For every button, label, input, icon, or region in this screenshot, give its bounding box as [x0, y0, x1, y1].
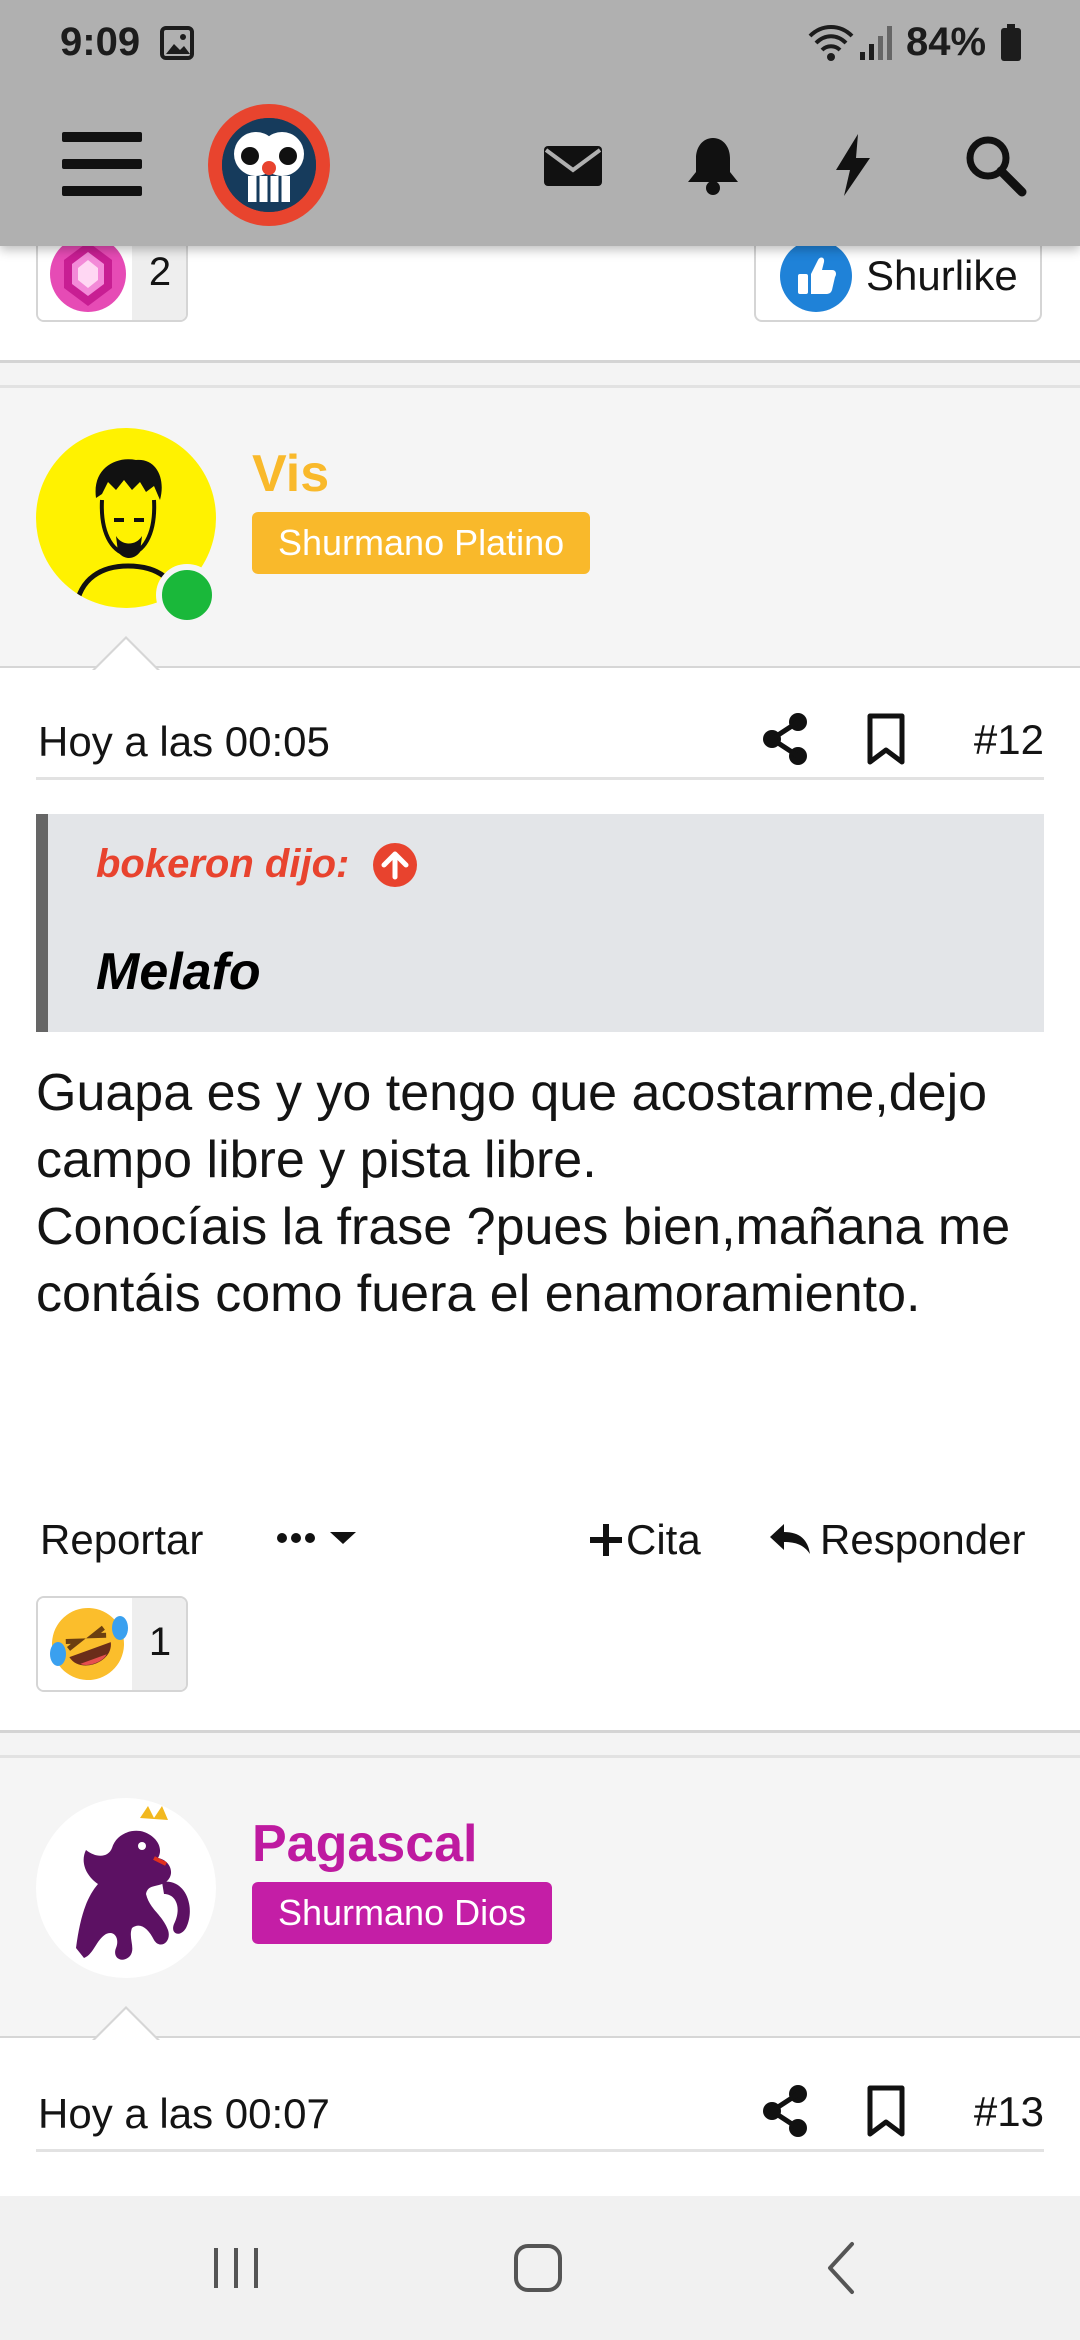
site-logo[interactable]	[208, 104, 330, 226]
share-icon[interactable]	[760, 712, 810, 766]
post-meta: Hoy a las 00:07 #13	[36, 2052, 1044, 2152]
post-pointer	[92, 636, 160, 671]
post-author-block: Vis Shurmano Platino	[0, 388, 1080, 668]
reply-icon	[770, 1524, 810, 1554]
reaction-summary[interactable]: 1	[36, 1596, 188, 1692]
lightning-icon[interactable]	[818, 130, 888, 200]
post-number[interactable]: #13	[974, 2088, 1044, 2136]
wifi-icon	[808, 25, 854, 61]
recent-apps-icon[interactable]	[196, 2236, 276, 2300]
back-icon[interactable]	[802, 2236, 882, 2300]
header-nav	[0, 86, 1080, 246]
post-separator	[0, 360, 1080, 388]
username[interactable]: Vis	[252, 444, 329, 504]
thumbs-up-icon	[780, 240, 852, 312]
quote-button[interactable]: Cita	[588, 1516, 701, 1564]
reaction-count: 2	[148, 250, 172, 294]
signal-icon	[860, 26, 892, 60]
laughing-emoji-icon	[38, 1598, 132, 1690]
reaction-count: 1	[148, 1620, 172, 1664]
status-time: 9:09	[60, 20, 141, 64]
bookmark-icon[interactable]	[864, 2084, 908, 2138]
top-bar: 9:09 84%	[0, 0, 1080, 246]
post-meta: Hoy a las 00:05 #12	[36, 680, 1044, 780]
quote-label: Cita	[626, 1516, 701, 1563]
username[interactable]: Pagascal	[252, 1814, 478, 1874]
more-options-icon[interactable]	[272, 1508, 368, 1568]
report-link[interactable]: Reportar	[40, 1516, 203, 1564]
status-bar: 9:09 84%	[0, 0, 1080, 86]
bell-icon[interactable]	[678, 130, 748, 200]
post-author-block: Pagascal Shurmano Dios	[0, 1758, 1080, 2038]
post-date[interactable]: Hoy a las 00:07	[38, 2090, 330, 2138]
post-actions: Reportar Cita Responder	[36, 1508, 1044, 1572]
thread-content: 2 Shurlike Vis Shurmano Platino Hoy a la…	[0, 0, 1080, 2190]
battery-percent: 84%	[906, 20, 987, 64]
post-paragraph: Conocíais la frase ?pues bien,mañana me …	[36, 1198, 1011, 1323]
quote-block: bokeron dijo: Melafo	[36, 814, 1044, 1032]
reply-button[interactable]: Responder	[768, 1516, 1025, 1564]
battery-icon	[1001, 24, 1021, 61]
post-date[interactable]: Hoy a las 00:05	[38, 718, 330, 766]
share-icon[interactable]	[760, 2084, 810, 2138]
rank-badge: Shurmano Platino	[252, 512, 591, 574]
system-nav-bar	[0, 2196, 1080, 2340]
quote-text: Melafo	[96, 943, 261, 1001]
mail-icon[interactable]	[538, 130, 608, 200]
shurlike-label: Shurlike	[866, 252, 1018, 299]
reply-label: Responder	[820, 1516, 1026, 1563]
avatar[interactable]	[36, 1798, 216, 1978]
rank-badge: Shurmano Dios	[252, 1882, 553, 1944]
post-body: Guapa es y yo tengo que acostarme,dejo c…	[36, 1060, 1046, 1328]
post-number[interactable]: #12	[974, 716, 1044, 764]
menu-icon[interactable]	[62, 128, 142, 200]
plus-icon	[590, 1524, 622, 1556]
post-pointer	[92, 2006, 160, 2041]
search-icon[interactable]	[960, 130, 1030, 200]
post-separator	[0, 1730, 1080, 1758]
image-notification-icon	[160, 26, 194, 60]
arrow-up-circle-icon[interactable]	[372, 842, 418, 888]
quote-author[interactable]: bokeron dijo:	[96, 842, 349, 887]
home-icon[interactable]	[498, 2236, 578, 2300]
post-paragraph: Guapa es y yo tengo que acostarme,dejo c…	[36, 1064, 988, 1189]
online-indicator	[156, 564, 218, 626]
bookmark-icon[interactable]	[864, 712, 908, 766]
